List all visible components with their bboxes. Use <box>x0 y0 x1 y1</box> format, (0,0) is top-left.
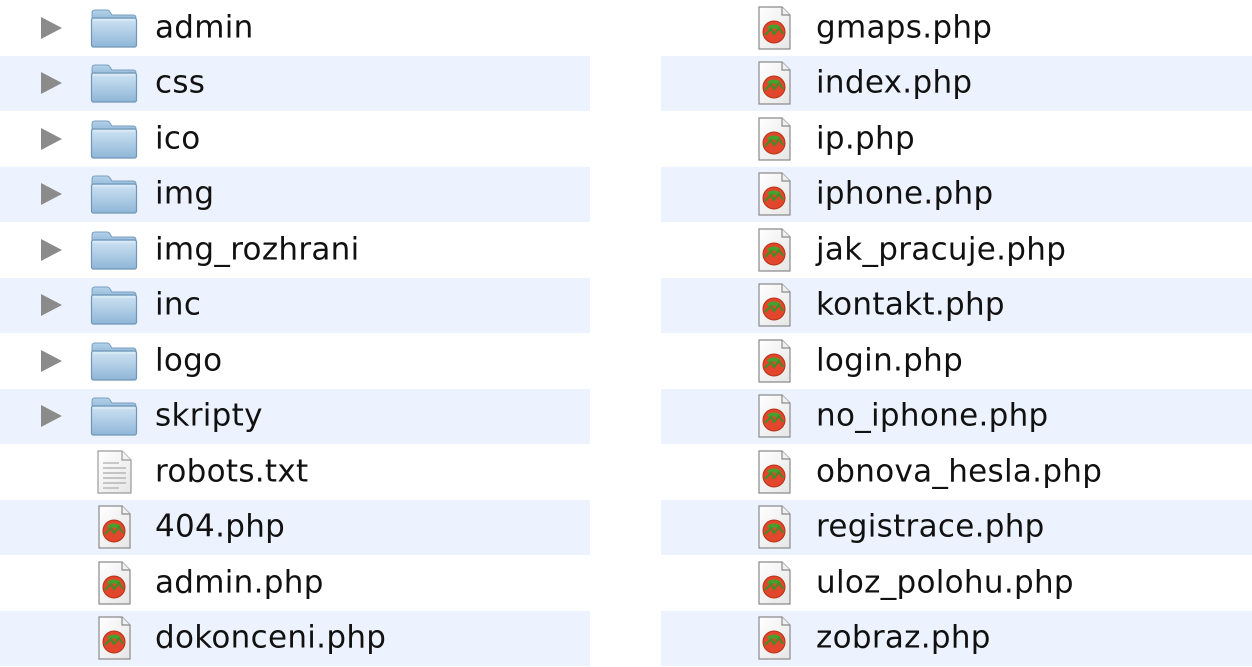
folder-row[interactable]: skripty <box>0 388 590 444</box>
folder-icon <box>89 393 139 439</box>
php-file-icon <box>749 282 799 328</box>
file-row[interactable]: no_iphone.php <box>661 388 1252 444</box>
disclosure-triangle-icon[interactable] <box>41 349 62 372</box>
php-file-icon <box>89 615 139 661</box>
file-name-label: inc <box>155 286 202 323</box>
file-name-label: no_iphone.php <box>816 397 1049 434</box>
file-row[interactable]: login.php <box>661 333 1252 389</box>
file-name-label: logo <box>155 342 223 379</box>
disclosure-triangle-icon[interactable] <box>41 294 62 317</box>
file-row[interactable]: obnova_hesla.php <box>661 444 1252 500</box>
file-name-label: admin <box>155 9 254 46</box>
php-file-icon <box>89 504 139 550</box>
file-row[interactable]: jak_pracuje.php <box>661 222 1252 278</box>
file-row[interactable]: uloz_polohu.php <box>661 555 1252 611</box>
file-name-label: obnova_hesla.php <box>816 453 1103 490</box>
file-name-label: jak_pracuje.php <box>816 231 1067 268</box>
disclosure-triangle-icon[interactable] <box>41 127 62 150</box>
php-file-icon <box>749 504 799 550</box>
file-name-label: zobraz.php <box>816 619 991 656</box>
text-document-icon <box>89 449 139 495</box>
file-name-label: img_rozhrani <box>155 231 360 268</box>
file-name-label: css <box>155 64 206 101</box>
php-file-icon <box>749 560 799 606</box>
file-name-label: registrace.php <box>816 508 1045 545</box>
file-row[interactable]: registrace.php <box>661 499 1252 555</box>
file-name-label: admin.php <box>155 564 324 601</box>
folder-icon <box>89 282 139 328</box>
file-row[interactable]: zobraz.php <box>661 610 1252 666</box>
file-row[interactable]: robots.txt <box>0 444 590 500</box>
folder-icon <box>89 60 139 106</box>
folder-icon <box>89 116 139 162</box>
file-name-label: login.php <box>816 342 964 379</box>
file-row[interactable]: ip.php <box>661 111 1252 167</box>
folder-row[interactable]: admin <box>0 0 590 56</box>
file-row[interactable]: gmaps.php <box>661 0 1252 56</box>
file-row[interactable]: dokonceni.php <box>0 610 590 666</box>
php-file-icon <box>749 171 799 217</box>
file-list-left: admin css ico img img_rozhraniinc logo skripty… <box>0 0 590 666</box>
file-list-right: gmaps.php index.php ip.php iphone.php jak_pr… <box>661 0 1252 666</box>
folder-icon <box>89 5 139 51</box>
disclosure-triangle-icon[interactable] <box>41 16 62 39</box>
folder-row[interactable]: logo <box>0 333 590 389</box>
file-name-label: index.php <box>816 64 973 101</box>
file-row[interactable]: 404.php <box>0 499 590 555</box>
file-name-label: ico <box>155 120 201 157</box>
file-name-label: dokonceni.php <box>155 619 387 656</box>
folder-row[interactable]: ico <box>0 111 590 167</box>
file-name-label: kontakt.php <box>816 286 1005 323</box>
disclosure-triangle-icon[interactable] <box>41 183 62 206</box>
folder-row[interactable]: css <box>0 55 590 111</box>
file-row[interactable]: admin.php <box>0 555 590 611</box>
php-file-icon <box>749 615 799 661</box>
folder-icon <box>89 338 139 384</box>
file-name-label: img <box>155 175 215 212</box>
file-row[interactable]: kontakt.php <box>661 277 1252 333</box>
php-file-icon <box>749 227 799 273</box>
file-name-label: skripty <box>155 397 263 434</box>
php-file-icon <box>749 5 799 51</box>
file-name-label: ip.php <box>816 120 915 157</box>
file-name-label: gmaps.php <box>816 9 993 46</box>
disclosure-triangle-icon[interactable] <box>41 238 62 261</box>
php-file-icon <box>749 393 799 439</box>
file-name-label: 404.php <box>155 508 286 545</box>
file-name-label: uloz_polohu.php <box>816 564 1074 601</box>
folder-icon <box>89 171 139 217</box>
folder-icon <box>89 227 139 273</box>
php-file-icon <box>749 449 799 495</box>
file-row[interactable]: iphone.php <box>661 166 1252 222</box>
file-name-label: iphone.php <box>816 175 994 212</box>
folder-row[interactable]: inc <box>0 277 590 333</box>
disclosure-triangle-icon[interactable] <box>41 72 62 95</box>
disclosure-triangle-icon[interactable] <box>41 405 62 428</box>
folder-row[interactable]: img_rozhrani <box>0 222 590 278</box>
file-row[interactable]: index.php <box>661 55 1252 111</box>
php-file-icon <box>89 560 139 606</box>
php-file-icon <box>749 116 799 162</box>
folder-row[interactable]: img <box>0 166 590 222</box>
php-file-icon <box>749 338 799 384</box>
file-name-label: robots.txt <box>155 453 309 490</box>
php-file-icon <box>749 60 799 106</box>
